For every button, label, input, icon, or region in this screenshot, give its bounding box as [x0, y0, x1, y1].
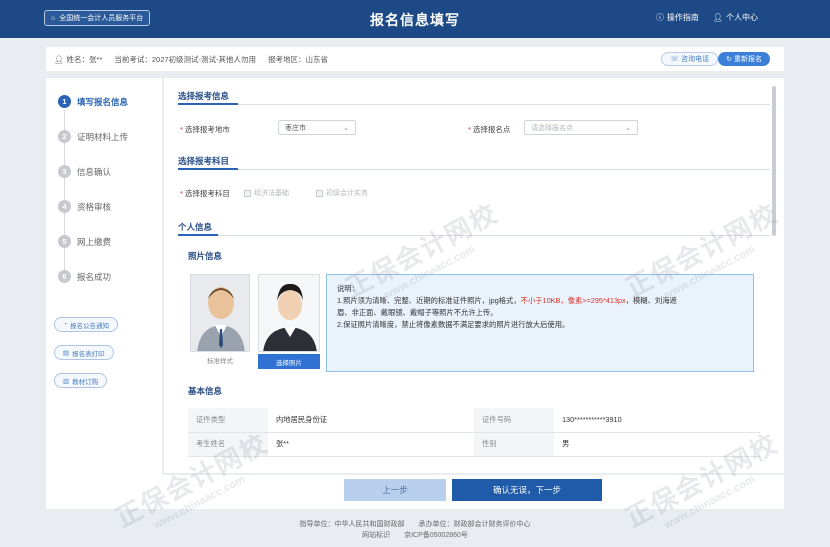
announcement-button[interactable]: ◔ 报名公告通知 — [54, 317, 118, 332]
photo-info-title: 照片信息 — [188, 251, 223, 261]
candidate-name: 姓名：张** — [66, 54, 103, 64]
user-icon: 👤︎ — [54, 54, 64, 64]
footer: 指导单位：中华人民共和国财政部 承办单位：财政部会计财务评价中心 网站标识 京ICP… — [0, 519, 830, 541]
step-5: 5 网上缴费 — [58, 235, 111, 248]
form-panel: 选择报考信息 * 选择报考地市 枣庄市 ⌄ * 选择报名点 请选择报名点 ⌄ 选择报考科… — [164, 78, 784, 473]
prev-step-button[interactable]: 上一步 — [344, 479, 446, 501]
help-link[interactable]: ⓘ 操作指南 — [656, 12, 699, 23]
scrollbar[interactable] — [772, 86, 776, 236]
step-sidebar: 1 填写报名信息 2 证明材料上传 3 信息确认 4 资格审核 5 网上缴费 6 报名成功 … — [46, 78, 162, 498]
sample-photo — [190, 274, 250, 352]
section-title-personal: 个人信息 — [178, 222, 213, 232]
info-icon: ⓘ — [655, 13, 664, 22]
avatar-icon — [191, 275, 249, 351]
reapply-button[interactable]: ↻ 重新报名 — [718, 52, 770, 66]
refresh-icon: ↻ — [726, 56, 732, 63]
basic-info-table: 证件类型 内地居民身份证 证件号码 130***********3910 考生姓… — [188, 408, 760, 457]
step-1: 1 填写报名信息 — [58, 95, 128, 108]
subject-checkbox-2[interactable]: 初级会计实务 — [316, 188, 368, 198]
city-select[interactable]: 枣庄市 ⌄ — [278, 120, 356, 135]
consult-phone-button[interactable]: ☏ 咨询电话 — [661, 52, 718, 66]
footer-host: 承办单位：财政部会计财务评价中心 — [418, 521, 531, 528]
city-label: * 选择报考地市 — [180, 125, 230, 134]
photo-notice: 说明： 1.照片须为清晰、完整、近期的标准证件照片，jpg格式，不小于10KB，… — [326, 274, 754, 372]
step-4: 4 资格审核 — [58, 200, 111, 213]
point-label: * 选择报名点 — [468, 125, 511, 134]
avatar-icon — [259, 275, 319, 351]
subject-checkbox-1[interactable]: 经济法基础 — [244, 188, 289, 198]
footer-icp[interactable]: 京ICP备05002860号 — [404, 532, 468, 539]
user-center-link[interactable]: 👤︎ 个人中心 — [713, 12, 758, 23]
subject-label: * 选择报考科目 — [180, 189, 230, 198]
chevron-down-icon: ⌄ — [625, 125, 631, 132]
bell-icon: ◔ — [63, 321, 67, 328]
footer-site: 网站标识 — [362, 532, 391, 539]
step-6: 6 报名成功 — [58, 270, 111, 283]
action-bar: 上一步 确认无误，下一步 — [46, 475, 784, 509]
checkbox-icon — [316, 189, 323, 197]
section-title-location: 选择报考信息 — [178, 91, 230, 101]
section-title-subject: 选择报考科目 — [178, 156, 230, 166]
step-2: 2 证明材料上传 — [58, 130, 128, 143]
table-row: 考生姓名 张** 性别 男 — [188, 432, 760, 457]
current-exam: 当前考试：2027初级测试-测试-其他人勿用 — [114, 54, 257, 64]
phone-icon: ☏ — [670, 56, 679, 63]
point-select[interactable]: 请选择报名点 ⌄ — [524, 120, 638, 135]
top-bar: ⌂ 全国统一会计人员服务平台 报名信息填写 ⓘ 操作指南 👤︎ 个人中心 — [0, 0, 830, 38]
choose-photo-button[interactable]: 选择照片 — [258, 354, 320, 369]
basic-info-title: 基本信息 — [188, 386, 223, 396]
footer-guide: 指导单位：中华人民共和国财政部 — [299, 521, 405, 528]
step-3: 3 信息确认 — [58, 165, 111, 178]
chevron-down-icon: ⌄ — [343, 125, 349, 132]
checkbox-icon — [244, 189, 251, 197]
exam-region: 报考地区：山东省 — [268, 54, 329, 64]
table-row: 证件类型 内地居民身份证 证件号码 130***********3910 — [188, 408, 760, 433]
print-form-button[interactable]: ▤ 报名表打印 — [54, 345, 114, 360]
book-icon: ▥ — [63, 377, 70, 385]
sample-caption: 标准样式 — [207, 358, 233, 365]
uploaded-photo — [258, 274, 320, 352]
user-icon: 👤︎ — [712, 13, 723, 22]
textbook-order-button[interactable]: ▥ 教材订购 — [54, 373, 108, 388]
print-icon: ▤ — [63, 349, 70, 357]
candidate-info-bar: 👤︎ 姓名：张** 当前考试：2027初级测试-测试-其他人勿用 报考地区：山东… — [46, 47, 784, 71]
next-step-button[interactable]: 确认无误，下一步 — [452, 479, 602, 501]
